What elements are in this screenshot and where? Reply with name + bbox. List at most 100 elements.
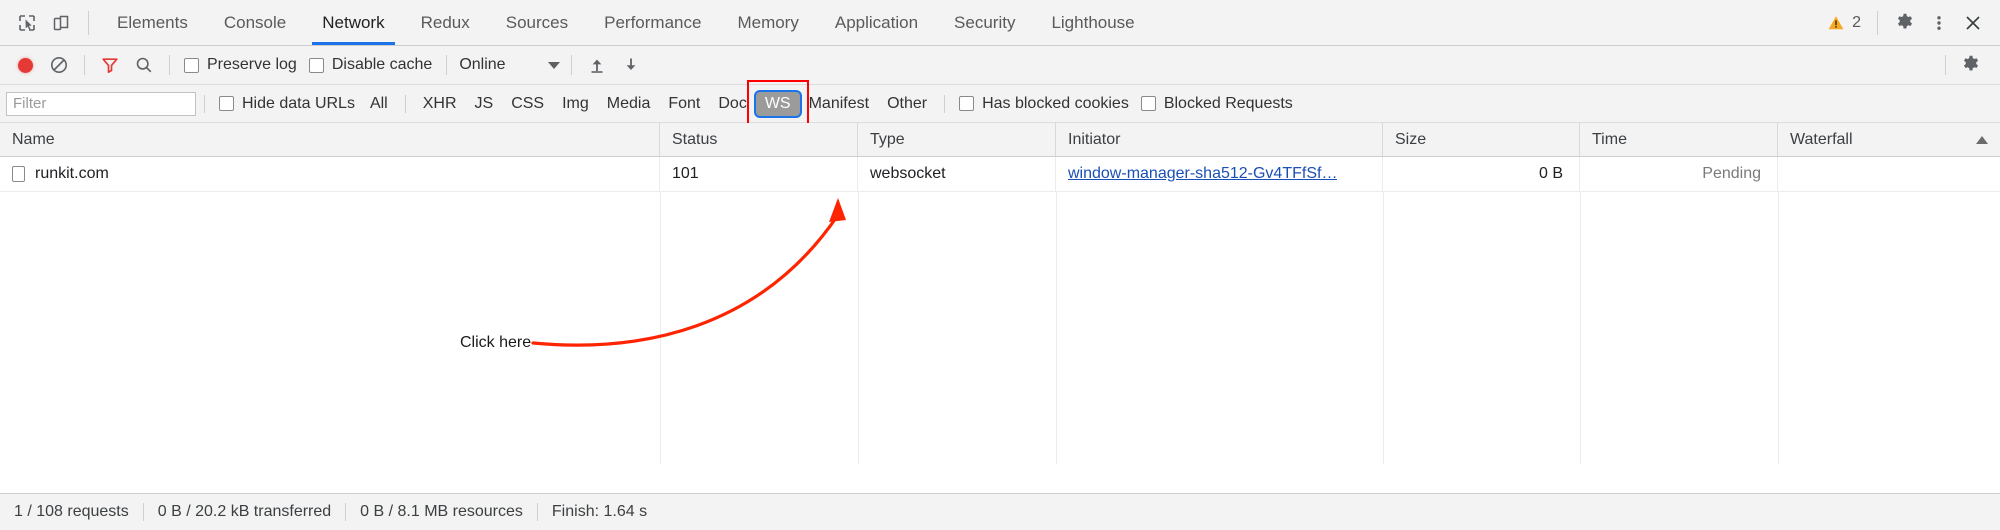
toolbar-divider: [1877, 10, 1878, 35]
toolbar-divider: [169, 55, 170, 75]
column-header-initiator[interactable]: Initiator: [1056, 123, 1383, 156]
filter-type-media[interactable]: Media: [598, 92, 660, 116]
toolbar-divider: [84, 55, 85, 75]
gear-icon[interactable]: [1954, 49, 1988, 81]
panel-tabs: Elements Console Network Redux Sources P…: [99, 0, 1153, 45]
column-header-type[interactable]: Type: [858, 123, 1056, 156]
gear-icon[interactable]: [1888, 7, 1922, 39]
filter-type-ws-wrapper: WS: [746, 79, 809, 128]
table-empty-area: [0, 192, 2000, 464]
device-toggle-icon[interactable]: [44, 7, 78, 39]
disable-cache-checkbox[interactable]: Disable cache: [303, 56, 439, 74]
toolbar-divider: [1945, 55, 1946, 75]
filter-type-css[interactable]: CSS: [502, 92, 553, 116]
filter-type-ws[interactable]: WS: [755, 91, 800, 116]
tab-application[interactable]: Application: [817, 0, 936, 45]
inspect-cursor-icon[interactable]: [10, 7, 44, 39]
cell-size: 0 B: [1383, 157, 1580, 191]
tab-elements[interactable]: Elements: [99, 0, 206, 45]
close-icon[interactable]: [1956, 7, 1990, 39]
tab-sources[interactable]: Sources: [488, 0, 586, 45]
network-filter-bar: Hide data URLs All XHR JS CSS Img Media …: [0, 79, 2000, 128]
throttling-value: Online: [459, 56, 506, 73]
column-header-status[interactable]: Status: [660, 123, 858, 156]
column-header-waterfall-label: Waterfall: [1790, 130, 1853, 148]
column-header-name[interactable]: Name: [0, 123, 660, 156]
disable-cache-label: Disable cache: [331, 56, 433, 73]
tab-memory[interactable]: Memory: [719, 0, 816, 45]
blocked-requests-checkbox[interactable]: Blocked Requests: [1135, 95, 1299, 113]
blocked-requests-label: Blocked Requests: [1163, 94, 1293, 112]
export-har-icon[interactable]: [614, 49, 648, 81]
request-name: runkit.com: [35, 165, 109, 182]
filter-type-xhr[interactable]: XHR: [414, 92, 466, 116]
status-divider: [345, 503, 347, 521]
status-divider: [142, 503, 144, 521]
tab-label: Console: [223, 12, 287, 32]
devtools-tab-bar: Elements Console Network Redux Sources P…: [0, 0, 2000, 46]
filter-type-js[interactable]: JS: [466, 92, 503, 116]
document-icon: [12, 166, 25, 182]
funnel-icon[interactable]: [93, 49, 127, 81]
filter-type-all[interactable]: All: [361, 92, 397, 116]
kebab-menu-icon[interactable]: [1922, 7, 1956, 39]
tab-lighthouse[interactable]: Lighthouse: [1033, 0, 1152, 45]
status-transferred: 0 B / 20.2 kB transferred: [157, 503, 332, 520]
checkbox-box: [219, 96, 234, 111]
toolbar-divider: [204, 94, 205, 113]
record-button-icon[interactable]: [8, 49, 42, 81]
cell-type: websocket: [858, 157, 1056, 191]
import-har-icon[interactable]: [580, 49, 614, 81]
filter-type-other[interactable]: Other: [878, 92, 936, 116]
preserve-log-checkbox[interactable]: Preserve log: [178, 56, 303, 74]
clear-icon[interactable]: [42, 49, 76, 81]
chevron-down-icon: [547, 61, 560, 69]
tab-console[interactable]: Console: [206, 0, 304, 45]
tab-label: Network: [322, 12, 385, 32]
cell-waterfall: [1778, 157, 2000, 191]
tab-redux[interactable]: Redux: [403, 0, 488, 45]
tab-label: Security: [954, 12, 1016, 32]
tab-security[interactable]: Security: [936, 0, 1033, 45]
checkbox-box: [1140, 96, 1156, 111]
has-blocked-cookies-checkbox[interactable]: Has blocked cookies: [953, 95, 1135, 113]
column-header-waterfall[interactable]: Waterfall: [1778, 123, 2000, 156]
toolbar-divider: [571, 55, 573, 75]
tab-label: Memory: [737, 12, 799, 32]
tab-label: Application: [834, 12, 919, 32]
throttling-select[interactable]: Online: [455, 56, 563, 74]
toolbar-divider: [404, 94, 406, 113]
cell-status: 101: [660, 157, 858, 191]
checkbox-box: [959, 96, 975, 111]
warning-indicator[interactable]: 2: [1821, 14, 1867, 32]
column-header-time[interactable]: Time: [1580, 123, 1778, 156]
network-requests-table: Name Status Type Initiator Size Time Wat…: [0, 123, 2000, 464]
status-resources: 0 B / 8.1 MB resources: [360, 503, 523, 520]
filter-type-manifest[interactable]: Manifest: [800, 92, 878, 116]
hide-data-urls-label: Hide data URLs: [242, 94, 355, 112]
tab-performance[interactable]: Performance: [586, 0, 719, 45]
preserve-log-label: Preserve log: [207, 56, 297, 73]
tab-label: Performance: [604, 12, 702, 32]
cell-initiator[interactable]: window-manager-sha512-Gv4TFfSf…: [1056, 157, 1383, 191]
toolbar-divider: [88, 10, 89, 35]
filter-type-img[interactable]: Img: [553, 92, 598, 116]
status-requests: 1 / 108 requests: [14, 503, 129, 520]
warning-triangle-icon: [1828, 15, 1844, 29]
search-icon[interactable]: [127, 49, 161, 81]
toolbar-divider: [944, 94, 946, 113]
filter-input[interactable]: [6, 91, 196, 116]
column-header-size[interactable]: Size: [1383, 123, 1580, 156]
checkbox-box: [308, 57, 324, 73]
initiator-link[interactable]: window-manager-sha512-Gv4TFfSf…: [1068, 165, 1337, 183]
tab-network[interactable]: Network: [304, 0, 402, 45]
network-status-bar: 1 / 108 requests 0 B / 20.2 kB transferr…: [0, 493, 2000, 530]
filter-type-font[interactable]: Font: [659, 92, 709, 116]
tab-label: Redux: [420, 12, 470, 32]
hide-data-urls-checkbox[interactable]: Hide data URLs: [213, 95, 361, 113]
cell-name[interactable]: runkit.com: [0, 157, 660, 191]
warning-count: 2: [1852, 13, 1861, 31]
toolbar-divider: [446, 55, 448, 75]
filter-type-doc[interactable]: Doc: [709, 92, 755, 116]
table-row[interactable]: runkit.com 101 websocket window-manager-…: [0, 157, 2000, 192]
